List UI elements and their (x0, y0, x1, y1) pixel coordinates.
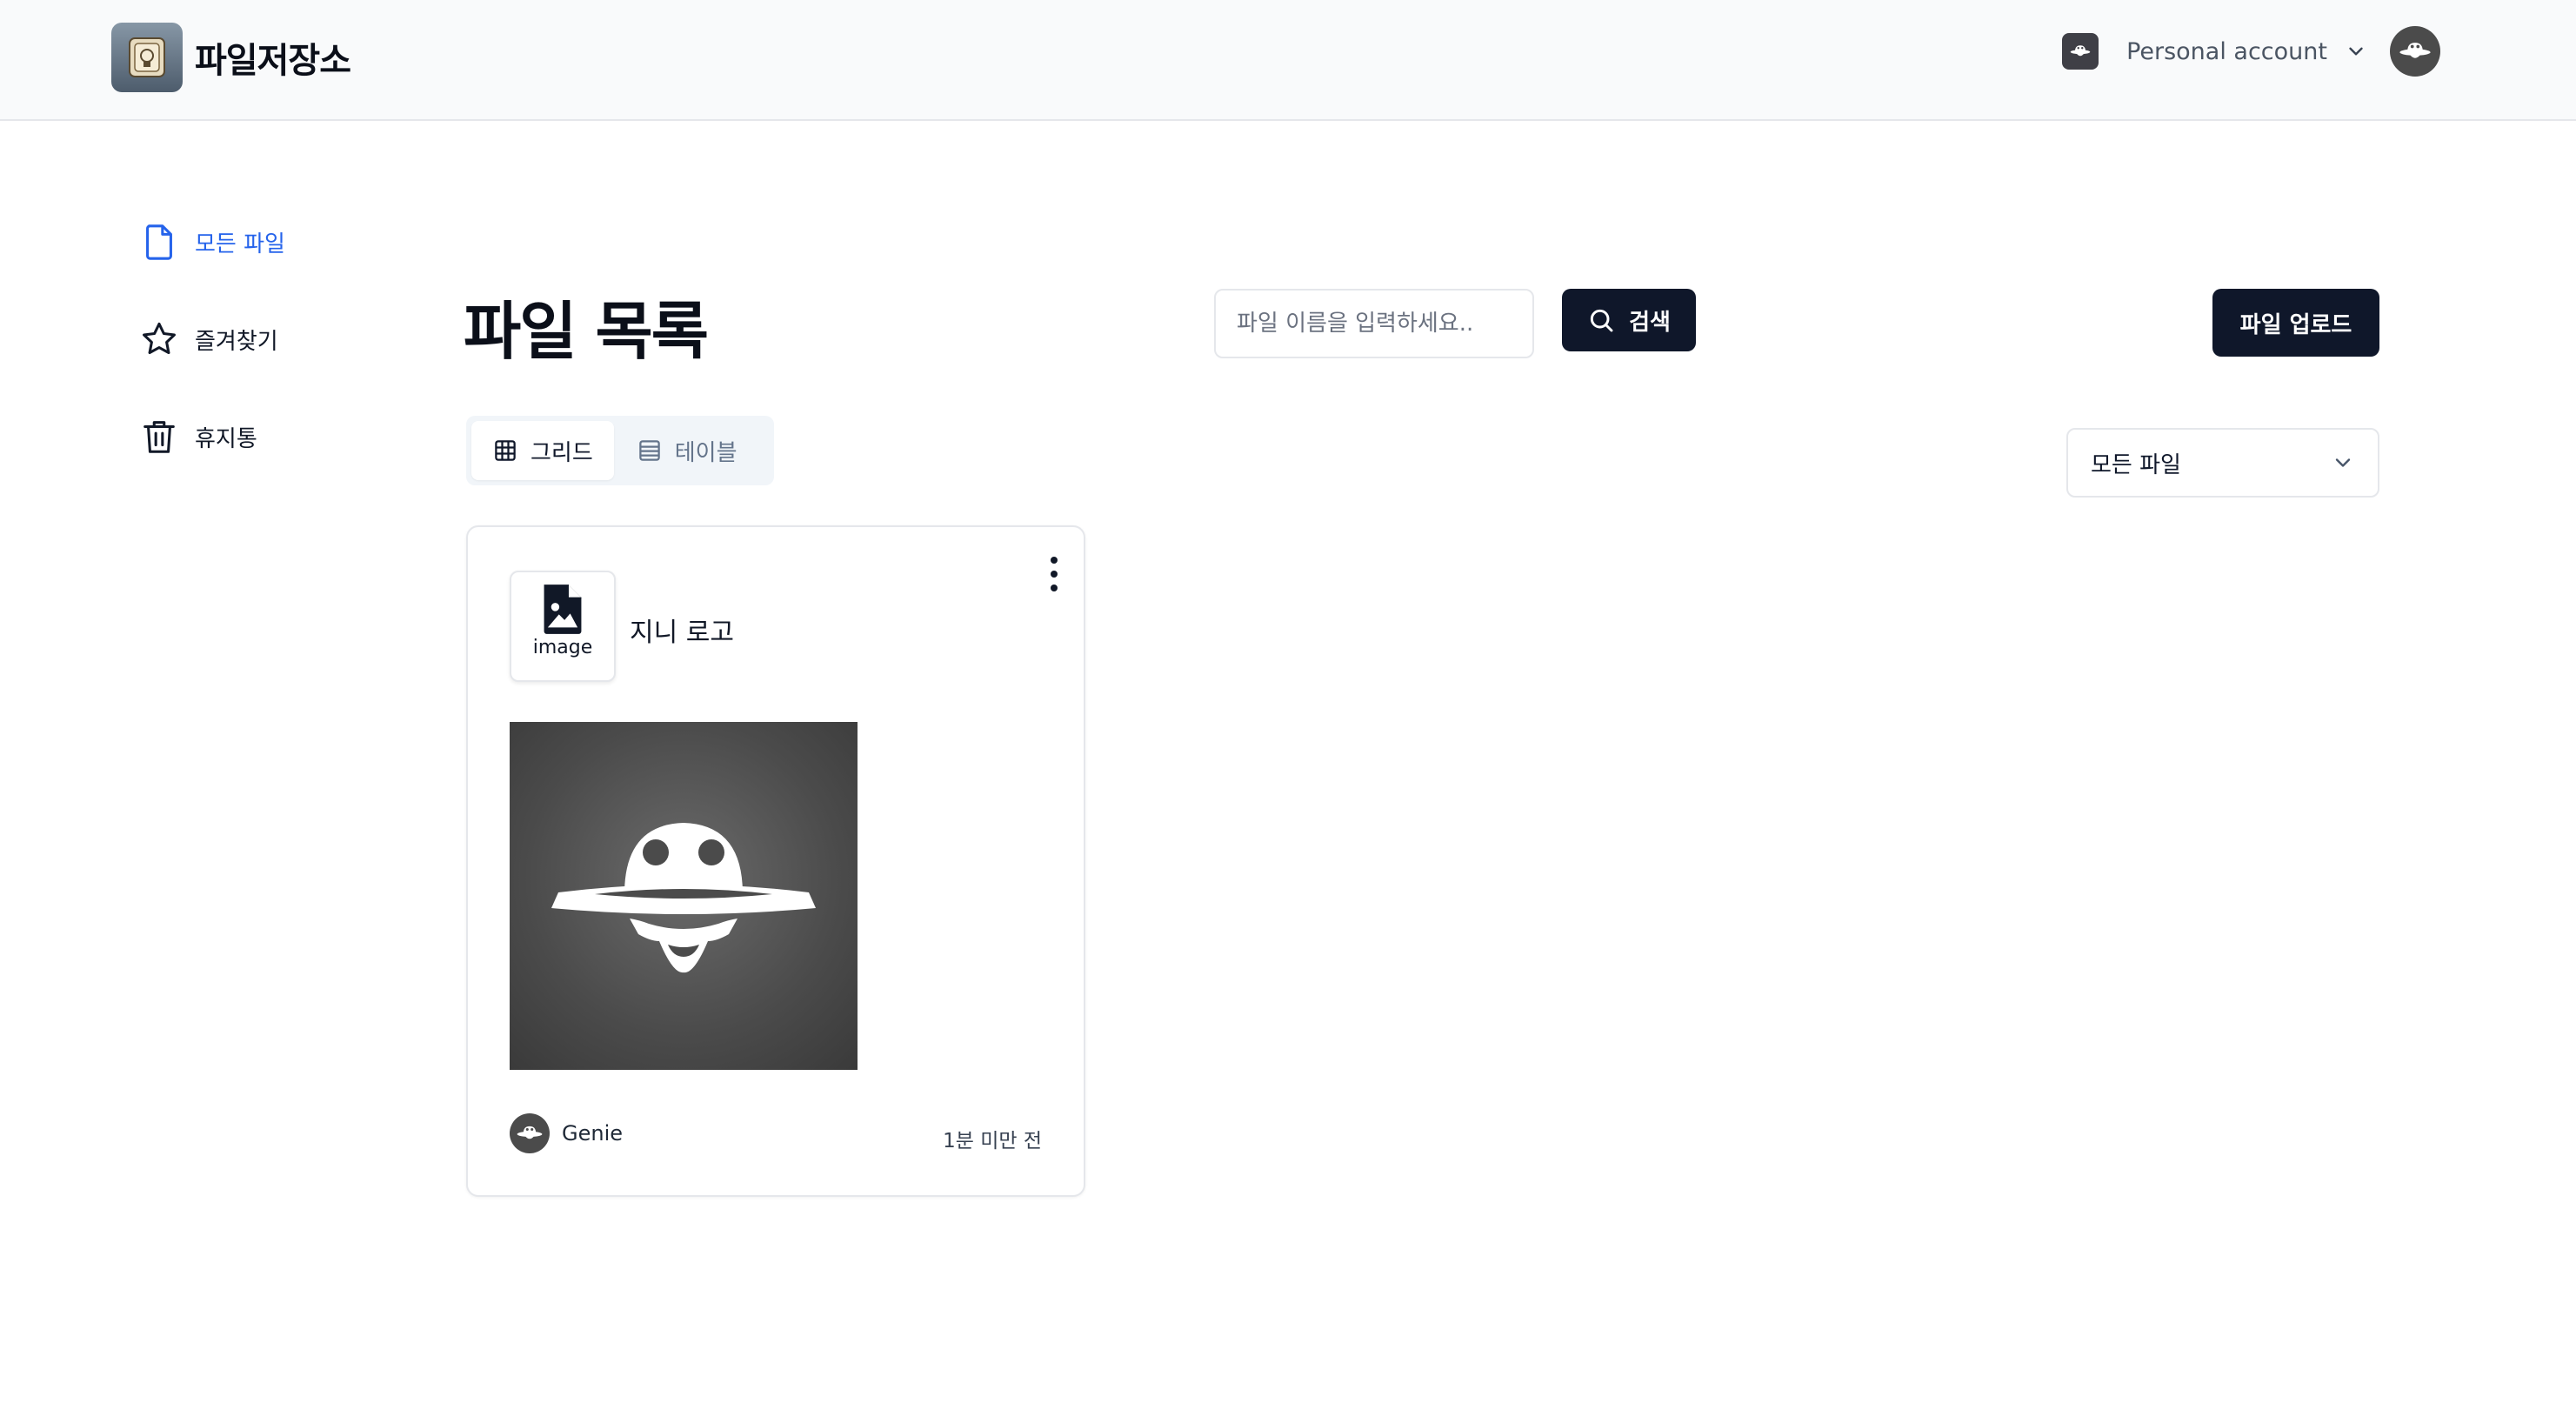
sidebar-item-trash[interactable]: 휴지통 (139, 412, 285, 461)
trash-icon (143, 421, 175, 453)
user-avatar[interactable] (2390, 26, 2440, 77)
file-icon (146, 224, 172, 260)
brand[interactable]: 파일저장소 (111, 23, 351, 92)
more-vertical-icon[interactable] (1042, 553, 1066, 597)
app-root: 파일저장소 Personal account 모든 파일 즐겨찾기 휴지통 파일… (0, 0, 2576, 1423)
image-file-icon (544, 585, 582, 634)
owner-avatar (510, 1113, 550, 1153)
tab-grid-label: 그리드 (531, 439, 593, 466)
top-header: 파일저장소 Personal account (0, 0, 2576, 121)
table-icon (639, 440, 660, 461)
page-title: 파일 목록 (464, 295, 709, 368)
sidebar: 모든 파일 즐겨찾기 휴지통 (139, 217, 285, 510)
search-input[interactable] (1214, 289, 1534, 358)
account-switcher[interactable]: Personal account (2062, 26, 2440, 77)
search-icon (1590, 309, 1613, 332)
chevron-down-icon[interactable] (2345, 40, 2367, 63)
file-type-label: image (532, 637, 593, 658)
sidebar-item-favorites[interactable]: 즐겨찾기 (139, 315, 285, 364)
file-preview-image[interactable] (510, 722, 858, 1070)
tab-grid[interactable]: 그리드 (471, 421, 614, 480)
sidebar-item-label: 즐겨찾기 (195, 328, 278, 355)
tab-table-label: 테이블 (674, 439, 737, 466)
owner-name: Genie (562, 1121, 624, 1146)
genie-logo-image (551, 823, 816, 973)
chevron-down-icon (2335, 458, 2351, 467)
file-owner: Genie (510, 1113, 623, 1153)
sidebar-item-label: 모든 파일 (195, 230, 285, 257)
file-filter-select[interactable]: 모든 파일 (2066, 428, 2379, 498)
app-title: 파일저장소 (195, 41, 351, 81)
app-logo (111, 23, 183, 92)
upload-button[interactable]: 파일 업로드 (2212, 289, 2379, 357)
sidebar-item-label: 휴지통 (195, 425, 257, 452)
file-name[interactable]: 지니 로고 (630, 611, 734, 649)
file-type-badge: image (510, 571, 616, 682)
sidebar-item-all-files[interactable]: 모든 파일 (139, 217, 285, 266)
account-label[interactable]: Personal account (2126, 38, 2327, 65)
search-button[interactable]: 검색 (1562, 289, 1696, 351)
tab-table[interactable]: 테이블 (616, 421, 758, 480)
file-timestamp: 1분 미만 전 (943, 1130, 1042, 1152)
star-icon (143, 322, 176, 355)
account-badge-icon (2062, 33, 2099, 70)
file-filter-value: 모든 파일 (2091, 451, 2181, 478)
view-toggle: 그리드 테이블 (466, 416, 774, 485)
grid-icon (495, 440, 516, 461)
search-button-label: 검색 (1629, 309, 1671, 336)
file-card[interactable]: image 지니 로고 Genie 1분 미만 전 (466, 525, 1085, 1197)
